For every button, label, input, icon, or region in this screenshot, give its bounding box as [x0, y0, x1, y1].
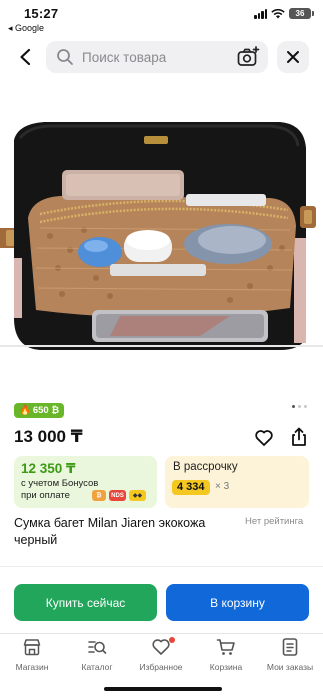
installment-multiplier: × 3	[215, 481, 230, 492]
action-bar: Купить сейчас В корзину	[0, 566, 323, 633]
back-arrow-icon	[20, 48, 31, 66]
red-chip-icon: NDS	[109, 490, 126, 501]
pager-dot	[292, 405, 295, 408]
wifi-icon	[271, 8, 285, 18]
signal-icon	[254, 8, 267, 19]
tab-catalog[interactable]: Каталог	[67, 637, 127, 672]
tab-label: Магазин	[15, 662, 49, 672]
tab-shop[interactable]: Магазин	[2, 637, 62, 672]
bonus-badge-value: 650 ₿	[32, 405, 60, 416]
tab-orders[interactable]: Мои заказы	[260, 637, 320, 672]
tab-cart[interactable]: Корзина	[196, 637, 256, 672]
bonus-price-card[interactable]: 12 350 ₸ с учетом Бонусов при оплате ₿ N…	[14, 456, 157, 508]
battery-icon: 36	[289, 8, 314, 19]
search-input[interactable]: Поиск товара	[46, 41, 268, 73]
tab-label: Мои заказы	[266, 662, 314, 672]
tab-label: Избранное	[139, 662, 183, 672]
status-bar: 15:27 ◂ Google 36	[0, 0, 323, 36]
installment-card[interactable]: В рассрочку 4 334 × 3	[165, 456, 309, 508]
image-pager	[292, 405, 307, 408]
payment-chips: ₿ NDS ◆◆	[92, 490, 146, 501]
search-header: Поиск товара	[0, 40, 323, 74]
tab-label: Каталог	[81, 662, 113, 672]
heart-icon[interactable]	[254, 428, 274, 448]
image-divider	[0, 345, 323, 347]
bonus-caption: с учетом Бонусов при оплате	[21, 478, 99, 501]
kaspi-chip-icon: ₿	[92, 490, 106, 501]
heart-icon	[152, 639, 170, 655]
shop-icon	[23, 639, 41, 656]
notification-dot	[169, 637, 175, 643]
search-icon	[57, 49, 73, 65]
close-icon	[287, 51, 299, 63]
tab-favorites[interactable]: Избранное	[131, 637, 191, 672]
tab-label: Корзина	[209, 662, 243, 672]
buy-now-button[interactable]: Купить сейчас	[14, 584, 157, 621]
bonus-badge: 🔥 650 ₿	[14, 403, 65, 418]
home-indicator	[104, 687, 222, 691]
pager-dot	[304, 405, 307, 408]
rating-status[interactable]: Нет рейтинга	[245, 516, 303, 527]
search-placeholder: Поиск товара	[82, 49, 167, 65]
back-to-google-link[interactable]: ◂ Google	[8, 23, 44, 34]
orders-icon	[282, 638, 298, 656]
installment-amount: 4 334	[172, 480, 210, 495]
status-time: 15:27	[24, 6, 59, 21]
close-button[interactable]	[277, 41, 309, 73]
pager-dot	[298, 405, 301, 408]
product-image[interactable]	[0, 118, 323, 350]
camera-icon[interactable]	[236, 45, 260, 69]
back-button[interactable]	[12, 44, 38, 70]
price: 13 000 ₸	[14, 427, 83, 446]
bonus-price: 12 350 ₸	[21, 461, 76, 476]
product-title: Сумка багет Milan Jiaren экокожа черный	[14, 516, 206, 547]
status-icons: 36	[254, 8, 314, 19]
cart-icon	[216, 639, 235, 655]
bag-photo	[0, 118, 323, 350]
installment-title: В рассрочку	[173, 461, 238, 473]
fire-icon: 🔥	[19, 405, 31, 416]
add-to-cart-button[interactable]: В корзину	[166, 584, 309, 621]
share-icon[interactable]	[289, 427, 309, 447]
catalog-icon	[88, 641, 107, 654]
yellow-chip-icon: ◆◆	[129, 490, 146, 501]
